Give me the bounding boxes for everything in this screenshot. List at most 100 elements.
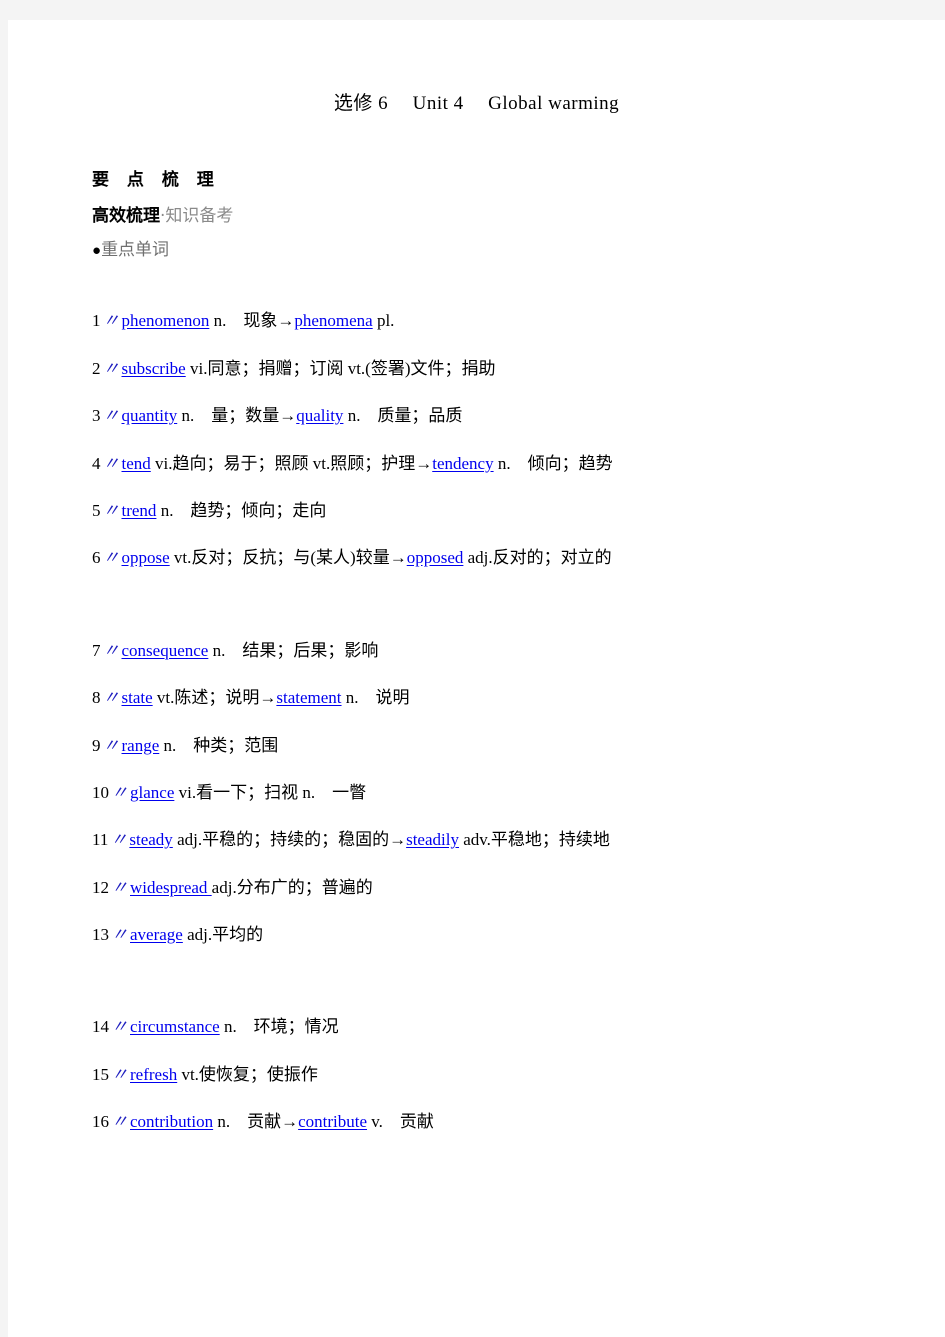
entry-definition: n. 结果；后果；影响: [208, 640, 379, 660]
entry-definition: n. 趋势；倾向；走向: [156, 500, 327, 520]
entry-derived-definition: n. 说明: [341, 688, 410, 708]
subheading: 高效梳理·知识备考: [92, 190, 905, 226]
entry-definition: adj.平稳的；持续的；稳固的→: [172, 830, 407, 850]
vocabulary-list: 1 〃 phenomenon n. 现象→phenomena pl. 2 〃 subscr…: [92, 259, 905, 1132]
entry-term[interactable]: steady: [129, 830, 172, 849]
entry-definition: adj.分布广的；普遍的: [211, 877, 373, 897]
vocabulary-entry: 4 〃 tend vi.趋向；易于；照顾 vt.照顾；护理→tendency n. …: [92, 454, 905, 474]
vocabulary-entry: 10 〃 glance vi.看一下；扫视 n. 一瞥: [92, 783, 905, 803]
vocabulary-entry: 8 〃 state vt.陈述；说明→statement n. 说明: [92, 688, 905, 708]
page-title: 选修 6 Unit 4 Global warming: [8, 20, 945, 115]
entry-term[interactable]: state: [122, 688, 153, 707]
entry-derived-term[interactable]: opposed: [407, 548, 464, 567]
entry-index: 13: [92, 925, 109, 945]
vocabulary-entry: 14 〃 circumstance n. 环境；情况: [92, 1017, 905, 1037]
vocabulary-entry: 13 〃 average adj.平均的: [92, 925, 905, 945]
entry-mark: 〃: [102, 548, 120, 568]
entry-definition: vi.趋向；易于；照顾 vt.照顾；护理→: [150, 453, 433, 473]
entry-definition: adj.平均的: [182, 925, 264, 945]
vocabulary-entry: 15 〃 refresh vt.使恢复；使振作: [92, 1065, 905, 1085]
entry-term[interactable]: widespread: [130, 878, 212, 897]
entry-term[interactable]: average: [130, 925, 183, 944]
document-page: 选修 6 Unit 4 Global warming 要 点 梳 理 高效梳理·…: [8, 20, 945, 1337]
entry-term[interactable]: consequence: [122, 641, 209, 660]
subheading-strong: 高效梳理: [92, 206, 160, 226]
entry-index: 7: [92, 640, 101, 660]
entry-definition: vt.反对；反抗；与(某人)较量→: [169, 548, 407, 568]
entry-derived-definition: n. 质量；品质: [343, 406, 463, 426]
subheading-muted: ·知识备考: [160, 206, 234, 226]
entry-term[interactable]: circumstance: [130, 1017, 220, 1036]
vocabulary-entry: 6 〃 oppose vt.反对；反抗；与(某人)较量→opposed adj.反对…: [92, 548, 905, 568]
entry-index: 1: [92, 311, 101, 331]
entry-term[interactable]: tend: [122, 454, 151, 473]
entry-mark: 〃: [111, 877, 128, 897]
entry-derived-term[interactable]: contribute: [298, 1112, 367, 1131]
entry-mark: 〃: [102, 406, 120, 426]
entry-index: 9: [92, 735, 101, 755]
entry-derived-definition: adv.平稳地；持续地: [458, 830, 610, 850]
entry-mark: 〃: [102, 358, 120, 378]
entry-index: 3: [92, 406, 101, 426]
bullet-label: 重点单词: [101, 239, 170, 259]
entry-term[interactable]: contribution: [130, 1112, 213, 1131]
entry-term[interactable]: glance: [130, 783, 174, 802]
entry-mark: 〃: [111, 925, 128, 945]
entry-definition: vi.同意；捐赠；订阅 vt.(签署)文件；捐助: [185, 358, 496, 378]
entry-term[interactable]: oppose: [122, 548, 170, 567]
entry-term[interactable]: range: [122, 736, 160, 755]
vocabulary-entry: 3 〃 quantity n. 量；数量→quality n. 质量；品质: [92, 406, 905, 426]
vocabulary-entry: 11 〃 steady adj.平稳的；持续的；稳固的→steadily adv.平…: [92, 830, 905, 850]
entry-definition: n. 环境；情况: [219, 1017, 339, 1037]
entry-mark: 〃: [102, 311, 120, 331]
entry-derived-definition: adj.反对的；对立的: [463, 548, 612, 568]
section-heading: 要 点 梳 理: [92, 170, 220, 190]
entry-mark: 〃: [102, 500, 120, 520]
vocabulary-entry: 16 〃 contribution n. 贡献→contribute v. 贡献: [92, 1112, 905, 1132]
entry-mark: 〃: [111, 782, 128, 802]
entry-derived-term[interactable]: statement: [276, 688, 341, 707]
entry-definition: n. 现象→: [209, 311, 295, 331]
entry-definition: vt.陈述；说明→: [152, 688, 277, 708]
entry-index: 12: [92, 877, 109, 897]
entry-term[interactable]: refresh: [130, 1065, 177, 1084]
entry-index: 4: [92, 453, 101, 473]
entry-index: 10: [92, 782, 109, 802]
entry-term[interactable]: phenomenon: [122, 311, 210, 330]
vocabulary-entry: 5 〃 trend n. 趋势；倾向；走向: [92, 501, 905, 521]
entry-index: 5: [92, 500, 101, 520]
entry-term[interactable]: quantity: [122, 406, 178, 425]
page-title-topic: Global warming: [488, 93, 620, 114]
vocabulary-entry: 7 〃 consequence n. 结果；后果；影响: [92, 641, 905, 661]
entry-index: 15: [92, 1064, 109, 1084]
page-title-book: 选修 6: [333, 93, 389, 114]
entry-index: 11: [92, 830, 109, 850]
entry-mark: 〃: [102, 640, 120, 660]
entry-mark: 〃: [110, 830, 128, 850]
entry-mark: 〃: [111, 1112, 128, 1132]
entry-definition: n. 量；数量→: [177, 406, 297, 426]
entry-index: 2: [92, 358, 101, 378]
entry-index: 16: [92, 1112, 109, 1132]
vocabulary-entry: 9 〃 range n. 种类；范围: [92, 736, 905, 756]
entry-index: 8: [92, 688, 101, 708]
entry-derived-term[interactable]: phenomena: [294, 311, 372, 330]
entry-definition: vi.看一下；扫视 n. 一瞥: [174, 782, 367, 802]
entry-mark: 〃: [102, 735, 120, 755]
vocabulary-entry: 12 〃 widespread adj.分布广的；普遍的: [92, 878, 905, 898]
bullet-dot-icon: ●: [92, 242, 102, 259]
page-content: 要 点 梳 理 高效梳理·知识备考 ●重点单词 1 〃 phenomenon n. …: [8, 115, 945, 1133]
entry-index: 6: [92, 548, 101, 568]
entry-derived-term[interactable]: tendency: [432, 454, 493, 473]
entry-term[interactable]: trend: [122, 501, 157, 520]
entry-derived-term[interactable]: quality: [296, 406, 343, 425]
entry-derived-term[interactable]: steadily: [406, 830, 459, 849]
entry-mark: 〃: [102, 453, 120, 473]
entry-derived-definition: pl.: [372, 311, 395, 331]
entry-definition: n. 种类；范围: [159, 735, 279, 755]
entry-index: 14: [92, 1017, 109, 1037]
vocabulary-entry: 1 〃 phenomenon n. 现象→phenomena pl.: [92, 311, 905, 331]
page-title-unit: Unit 4: [412, 93, 464, 114]
entry-term[interactable]: subscribe: [122, 359, 186, 378]
entry-mark: 〃: [102, 688, 120, 708]
